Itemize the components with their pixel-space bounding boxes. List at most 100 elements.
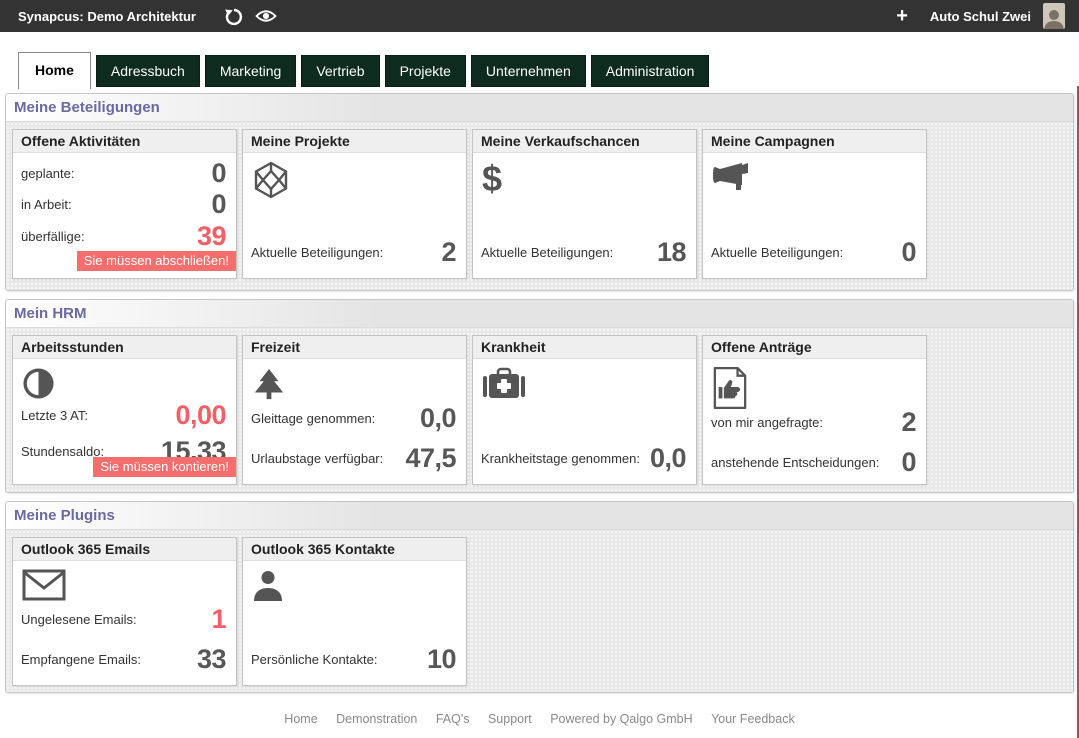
footer-link-support[interactable]: Support bbox=[488, 712, 532, 726]
card-meine-projekte: Meine Projekte Aktuelle Beteiligungen: 2 bbox=[242, 129, 467, 279]
stat-value: 0 bbox=[211, 191, 226, 218]
card-freizeit: Freizeit Gleittage genommen: 0,0 Urlaubs… bbox=[242, 335, 467, 485]
stat-row: Aktuelle Beteiligungen: 0 bbox=[711, 239, 916, 266]
stat-value: 47,5 bbox=[405, 445, 456, 472]
current-user-name[interactable]: Auto Schul Zwei bbox=[930, 9, 1031, 24]
card-offene-aktivitaeten: Offene Aktivitäten geplante: 0 in Arbeit… bbox=[12, 129, 237, 279]
stat-value: 0 bbox=[901, 239, 916, 266]
tab-vertrieb[interactable]: Vertrieb bbox=[301, 55, 379, 87]
stat-row: anstehende Entscheidungen: 0 bbox=[711, 449, 916, 476]
footer-link-demonstration[interactable]: Demonstration bbox=[336, 712, 417, 726]
stat-label: Stundensaldo: bbox=[21, 444, 104, 459]
stat-label: Persönliche Kontakte: bbox=[251, 652, 377, 667]
section-body: Outlook 365 Emails Ungelesene Emails: 1 … bbox=[6, 530, 1073, 692]
card-title: Meine Verkaufschancen bbox=[473, 130, 696, 153]
card-outlook-emails: Outlook 365 Emails Ungelesene Emails: 1 … bbox=[12, 537, 237, 686]
stat-row: geplante: 0 bbox=[21, 160, 226, 187]
stat-row: Empfangene Emails: 33 bbox=[21, 646, 226, 673]
app-title: Synapcus: Demo Architektur bbox=[18, 9, 196, 24]
megaphone-icon bbox=[712, 161, 926, 193]
section-body: Offene Aktivitäten geplante: 0 in Arbeit… bbox=[6, 122, 1073, 290]
stat-row: Aktuelle Beteiligungen: 18 bbox=[481, 239, 686, 266]
stat-row: von mir angefragte: 2 bbox=[711, 409, 916, 436]
card-offene-antraege: Offene Anträge von mir angefragte: 2 ans… bbox=[702, 335, 927, 485]
stat-label: überfällige: bbox=[21, 229, 85, 244]
card-title: Arbeitsstunden bbox=[13, 336, 236, 359]
card-krankheit: Krankheit Krankheitstage genommen: 0,0 bbox=[472, 335, 697, 485]
tab-adressbuch[interactable]: Adressbuch bbox=[96, 55, 200, 87]
card-title: Freizeit bbox=[243, 336, 466, 359]
stat-value: 33 bbox=[197, 646, 226, 673]
envelope-icon bbox=[22, 569, 236, 601]
section-title: Meine Plugins bbox=[6, 502, 1073, 530]
card-title: Meine Projekte bbox=[243, 130, 466, 153]
stat-row: Persönliche Kontakte: 10 bbox=[251, 646, 456, 673]
card-title: Offene Aktivitäten bbox=[13, 130, 236, 153]
tab-marketing[interactable]: Marketing bbox=[205, 55, 296, 87]
eye-icon[interactable] bbox=[254, 5, 278, 27]
section-title: Meine Beteiligungen bbox=[6, 94, 1073, 122]
stat-value: 0 bbox=[901, 449, 916, 476]
card-title: Outlook 365 Kontakte bbox=[243, 538, 466, 561]
main-nav: Home Adressbuch Marketing Vertrieb Proje… bbox=[0, 32, 1079, 87]
person-icon bbox=[252, 569, 466, 601]
stat-value: 0,0 bbox=[650, 445, 686, 472]
tab-administration[interactable]: Administration bbox=[591, 55, 710, 87]
approval-document-icon bbox=[712, 367, 926, 409]
footer-link-home[interactable]: Home bbox=[284, 712, 317, 726]
stat-value-alert: 1 bbox=[211, 606, 226, 633]
card-title: Meine Campagnen bbox=[703, 130, 926, 153]
card-meine-verkaufschancen: Meine Verkaufschancen $ Aktuelle Beteili… bbox=[472, 129, 697, 279]
stat-label: Gleittage genommen: bbox=[251, 411, 375, 426]
stat-value: 10 bbox=[427, 646, 456, 673]
stat-label: von mir angefragte: bbox=[711, 415, 823, 430]
stat-label: anstehende Entscheidungen: bbox=[711, 455, 879, 470]
stat-value: 2 bbox=[901, 409, 916, 436]
footer-link-faqs[interactable]: FAQ's bbox=[436, 712, 470, 726]
tree-icon bbox=[252, 367, 466, 403]
stat-value-alert: 0,00 bbox=[175, 402, 226, 429]
cube-icon bbox=[252, 161, 466, 201]
dollar-icon: $ bbox=[482, 161, 696, 197]
stat-row: Urlaubstage verfügbar: 47,5 bbox=[251, 445, 456, 472]
stat-row: überfällige: 39 bbox=[21, 223, 226, 250]
stat-label: in Arbeit: bbox=[21, 197, 72, 212]
plus-icon[interactable]: + bbox=[896, 7, 908, 25]
tab-home[interactable]: Home bbox=[18, 52, 91, 89]
card-title: Offene Anträge bbox=[703, 336, 926, 359]
stat-row: Krankheitstage genommen: 0,0 bbox=[481, 445, 686, 472]
stat-label: Letzte 3 AT: bbox=[21, 408, 88, 423]
section-title: Mein HRM bbox=[6, 300, 1073, 328]
card-arbeitsstunden: Arbeitsstunden Letzte 3 AT: 0,00 Stunden… bbox=[12, 335, 237, 485]
stat-label: Ungelesene Emails: bbox=[21, 612, 137, 627]
alert-badge: Sie müssen abschließen! bbox=[77, 251, 236, 271]
stat-label: geplante: bbox=[21, 166, 75, 181]
stat-label: Aktuelle Beteiligungen: bbox=[251, 245, 383, 260]
footer-link-powered-by[interactable]: Powered by Qalgo GmbH bbox=[550, 712, 692, 726]
first-aid-icon bbox=[482, 367, 696, 401]
user-avatar[interactable] bbox=[1043, 3, 1065, 29]
footer-link-feedback[interactable]: Your Feedback bbox=[711, 712, 795, 726]
stat-value: 2 bbox=[441, 239, 456, 266]
stat-value: 0,0 bbox=[420, 405, 456, 432]
stat-value-alert: 39 bbox=[197, 223, 226, 250]
section-body: Arbeitsstunden Letzte 3 AT: 0,00 Stunden… bbox=[6, 328, 1073, 492]
tab-projekte[interactable]: Projekte bbox=[385, 55, 466, 87]
stat-value: 0 bbox=[211, 160, 226, 187]
stat-row: in Arbeit: 0 bbox=[21, 191, 226, 218]
section-hrm: Mein HRM Arbeitsstunden Letzte 3 AT: 0,0… bbox=[5, 299, 1074, 493]
tab-unternehmen[interactable]: Unternehmen bbox=[471, 55, 586, 87]
stat-value: 18 bbox=[657, 239, 686, 266]
history-icon[interactable] bbox=[222, 5, 246, 27]
stat-row: Gleittage genommen: 0,0 bbox=[251, 405, 456, 432]
stat-row: Ungelesene Emails: 1 bbox=[21, 606, 226, 633]
card-title: Outlook 365 Emails bbox=[13, 538, 236, 561]
topbar: Synapcus: Demo Architektur + Auto Schul … bbox=[0, 0, 1079, 32]
contrast-icon bbox=[22, 367, 236, 400]
stat-label: Urlaubstage verfügbar: bbox=[251, 451, 383, 466]
stat-label: Aktuelle Beteiligungen: bbox=[481, 245, 613, 260]
stat-row: Aktuelle Beteiligungen: 2 bbox=[251, 239, 456, 266]
section-beteiligungen: Meine Beteiligungen Offene Aktivitäten g… bbox=[5, 93, 1074, 291]
alert-badge: Sie müssen kontieren! bbox=[93, 457, 236, 477]
card-title: Krankheit bbox=[473, 336, 696, 359]
